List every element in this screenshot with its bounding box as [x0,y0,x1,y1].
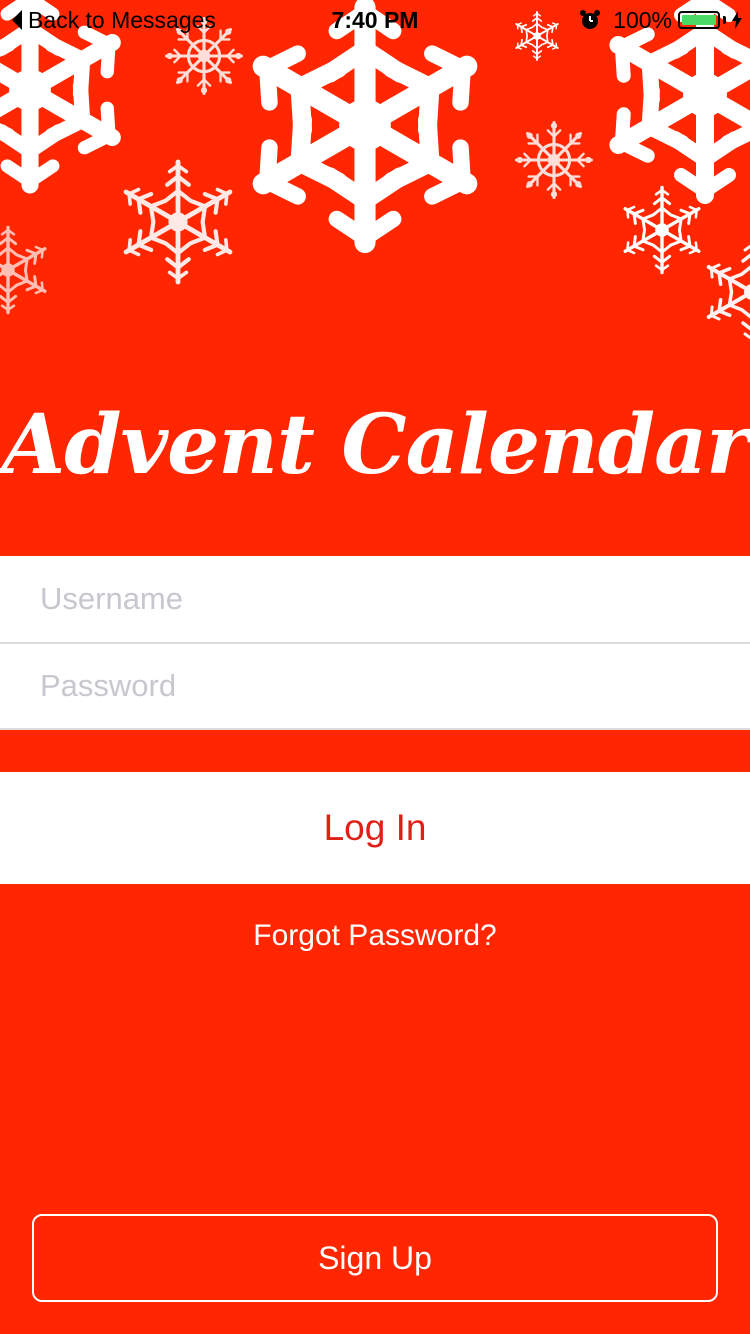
password-input[interactable] [0,644,750,730]
snowflake-icon [621,188,703,273]
username-input[interactable] [0,556,750,642]
battery-icon [678,11,720,29]
snowflake-icon [704,242,750,342]
snowflake-icon [120,162,236,282]
app-title: Advent Calendar [1,397,750,493]
snowflake-icon [517,123,592,198]
login-screen: Back to Messages 7:40 PM 100% Advent Cal… [0,0,750,1334]
status-bar: Back to Messages 7:40 PM 100% [0,0,750,40]
alarm-icon [580,10,601,29]
battery-level-fill [682,15,716,25]
forgot-password-link[interactable]: Forgot Password? [0,912,750,960]
login-form [0,556,750,730]
snowflake-icon [246,8,485,243]
snowflake-icon [0,228,49,313]
charging-icon [732,11,742,29]
battery-tip [723,16,726,24]
status-indicators: 100% [579,6,742,34]
sign-up-button[interactable]: Sign Up [32,1214,718,1302]
snowflake-decoration [0,0,750,360]
login-button[interactable]: Log In [0,772,750,884]
battery-percentage: 100% [613,7,672,33]
